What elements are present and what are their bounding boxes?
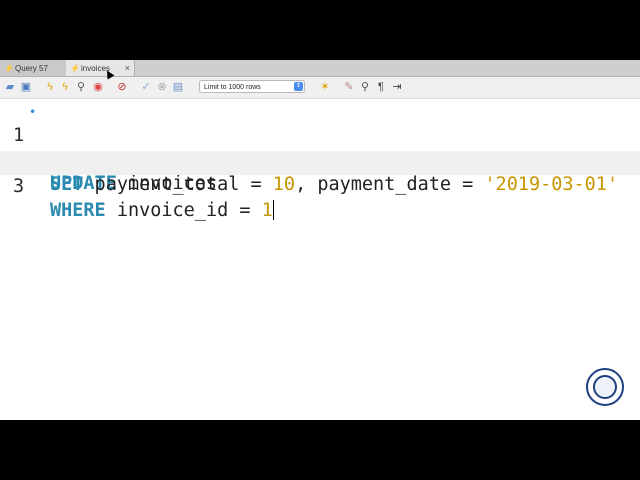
string-literal: '2019-03-01': [484, 174, 619, 195]
execute-icon[interactable]: ϟ: [44, 81, 56, 93]
limit-rows-label: Limit to 1000 rows: [204, 84, 261, 91]
chevron-updown-icon: ⇕: [294, 82, 303, 91]
toolbar: ▰ ▣ ϟ ϟ ⚲ ◉ ⊘ ✓ ⊗ ▤ Limit to 1000 rows ⇕…: [0, 77, 640, 99]
execute-current-icon[interactable]: ϟ: [59, 81, 71, 93]
explain-icon[interactable]: ⚲: [75, 81, 87, 93]
code-editor[interactable]: 1 • UPDATE invoices 2 SET payment_total …: [0, 100, 640, 420]
lightning-icon: ⚡: [70, 63, 80, 73]
number-literal: 1: [261, 200, 273, 221]
logo-emblem: [593, 375, 617, 399]
text-caret: [272, 200, 275, 220]
tab-invoices[interactable]: ⚡ invoices ×: [66, 60, 135, 76]
channel-logo: [586, 368, 624, 406]
line-number: 3: [13, 176, 25, 197]
code-line-active[interactable]: 3 WHERE invoice_id = 1: [0, 151, 640, 221]
sql-keyword: WHERE: [50, 200, 106, 221]
lightning-icon: ⚡: [4, 63, 14, 73]
code-line[interactable]: 2 SET payment_total = 10, payment_date =…: [0, 125, 640, 195]
autocommit-icon[interactable]: ▤: [172, 81, 184, 93]
tab-bar: ⚡ Query 57 ⚡ invoices ×: [0, 60, 640, 77]
number-literal: 10: [272, 174, 296, 195]
save-icon[interactable]: ▣: [20, 81, 32, 93]
close-icon[interactable]: ×: [125, 63, 130, 73]
code-line[interactable]: 1 • UPDATE invoices: [0, 100, 640, 194]
find-icon[interactable]: ⚲: [359, 81, 371, 93]
beautify-icon[interactable]: ✶: [319, 81, 331, 93]
code-text: payment_total =: [83, 174, 273, 195]
code-text: , payment_date =: [295, 174, 485, 195]
invisible-chars-icon[interactable]: ¶: [375, 81, 387, 93]
code-text: invoice_id =: [105, 200, 262, 221]
sql-editor-window: ⚡ Query 57 ⚡ invoices × ▰ ▣ ϟ ϟ ⚲ ◉ ⊘ ✓ …: [0, 60, 640, 420]
wrap-icon[interactable]: ⇥: [391, 81, 403, 93]
tab-label: Query 57: [15, 63, 48, 73]
limit-rows-select[interactable]: Limit to 1000 rows ⇕: [199, 80, 305, 93]
tab-query-57[interactable]: ⚡ Query 57: [0, 60, 69, 76]
stop-icon[interactable]: ◉: [92, 81, 104, 93]
toggle-errors-icon[interactable]: ⊘: [116, 81, 128, 93]
clean-icon[interactable]: ✎: [343, 81, 355, 93]
rollback-icon[interactable]: ⊗: [156, 81, 168, 93]
open-folder-icon[interactable]: ▰: [4, 81, 16, 93]
fold-marker-icon[interactable]: •: [29, 100, 36, 124]
commit-icon[interactable]: ✓: [140, 81, 152, 93]
